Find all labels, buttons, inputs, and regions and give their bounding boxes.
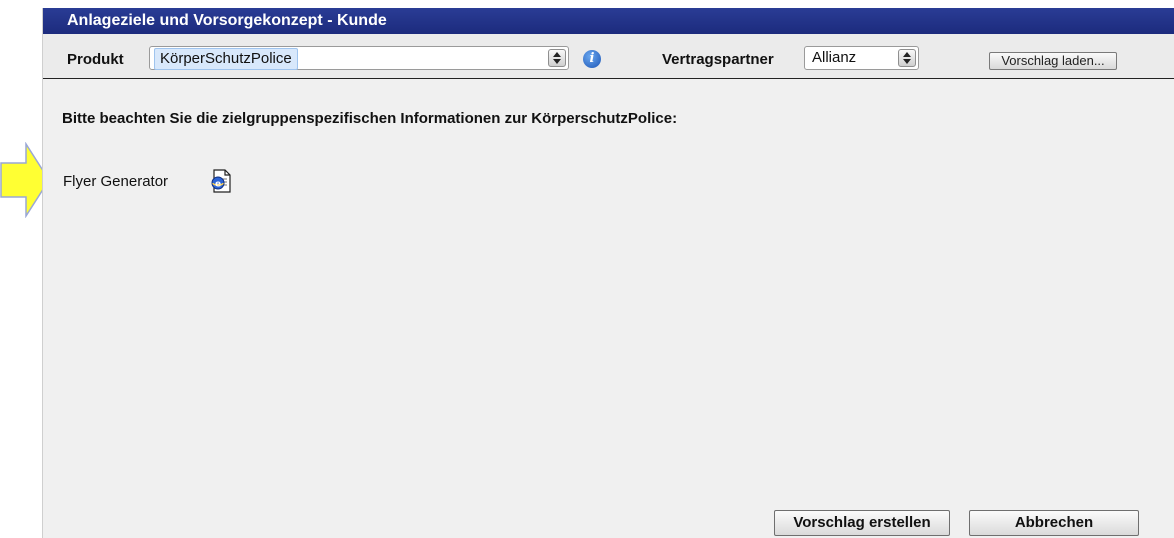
stepper-icon[interactable] — [548, 49, 566, 67]
vorschlag-erstellen-button[interactable]: Vorschlag erstellen — [774, 510, 950, 536]
vertragspartner-select[interactable]: Allianz — [804, 46, 919, 70]
produkt-select-value: KörperSchutzPolice — [154, 48, 298, 70]
dialog-title: Anlageziele und Vorsorgekonzept - Kunde — [43, 8, 1174, 34]
produkt-label: Produkt — [67, 51, 124, 68]
vertragspartner-label: Vertragspartner — [662, 51, 774, 68]
vorschlag-laden-button[interactable]: Vorschlag laden... — [989, 52, 1117, 70]
flyer-generator-label: Flyer Generator — [63, 173, 169, 190]
info-icon[interactable]: i — [583, 50, 601, 68]
produkt-select[interactable]: KörperSchutzPolice — [149, 46, 569, 70]
svg-text:e: e — [215, 180, 221, 190]
document-icon[interactable]: e — [210, 168, 232, 194]
toolbar: Produkt KörperSchutzPolice i Vertragspar… — [43, 34, 1174, 79]
stepper-icon[interactable] — [898, 49, 916, 67]
vertragspartner-select-value: Allianz — [812, 49, 857, 66]
abbrechen-button[interactable]: Abbrechen — [969, 510, 1139, 536]
dialog-panel: Anlageziele und Vorsorgekonzept - Kunde … — [42, 8, 1174, 538]
info-notice: Bitte beachten Sie die zielgruppenspezif… — [62, 110, 678, 127]
